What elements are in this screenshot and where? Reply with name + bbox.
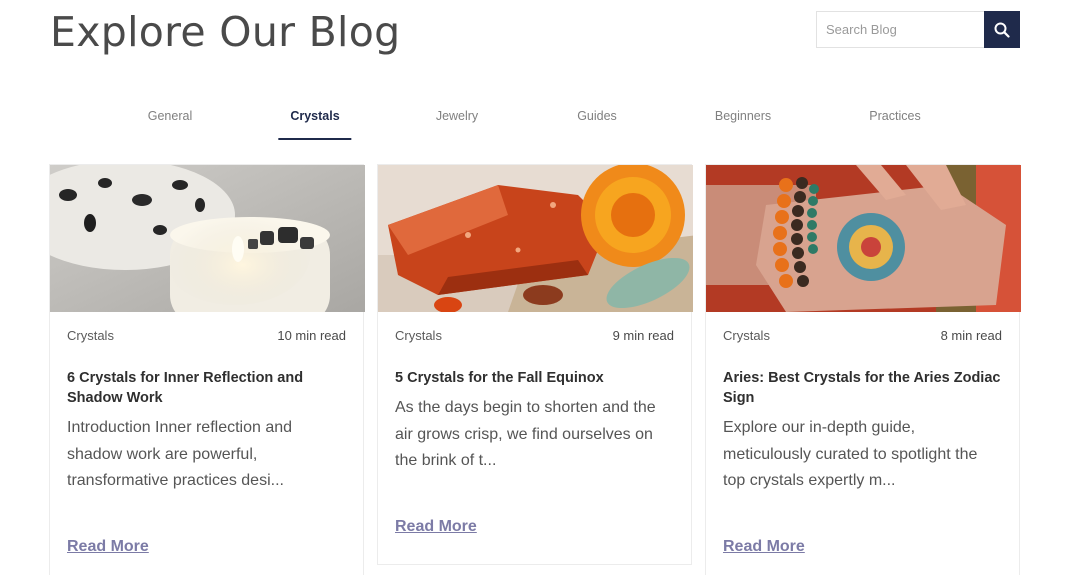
read-time: 10 min read xyxy=(277,328,346,343)
header: Explore Our Blog xyxy=(50,8,1020,68)
post-category[interactable]: Crystals xyxy=(395,328,442,350)
tab-crystals[interactable]: Crystals xyxy=(278,104,352,140)
search-button[interactable] xyxy=(984,11,1020,48)
read-more-link[interactable]: Read More xyxy=(67,538,149,556)
category-tabs: General Crystals Jewelry Guides Beginner… xyxy=(100,104,980,140)
post-card: Crystals 10 min read 6 Crystals for Inne… xyxy=(49,164,365,575)
search-input[interactable] xyxy=(816,11,984,48)
read-more-link[interactable]: Read More xyxy=(723,538,805,556)
search-icon xyxy=(994,22,1010,38)
post-category[interactable]: Crystals xyxy=(67,328,114,350)
post-category[interactable]: Crystals xyxy=(723,328,770,350)
post-meta: Crystals 10 min read xyxy=(67,328,346,350)
read-more-link[interactable]: Read More xyxy=(395,518,477,536)
post-card: Crystals 9 min read 5 Crystals for the F… xyxy=(377,164,693,565)
read-time: 9 min read xyxy=(612,328,674,343)
search-bar xyxy=(816,11,1020,48)
post-meta: Crystals 9 min read xyxy=(395,328,674,350)
tab-jewelry[interactable]: Jewelry xyxy=(436,104,478,140)
tab-guides[interactable]: Guides xyxy=(577,104,617,140)
tab-practices[interactable]: Practices xyxy=(869,104,920,140)
post-excerpt: As the days begin to shorten and the air… xyxy=(395,399,656,469)
read-time: 8 min read xyxy=(940,328,1002,343)
post-title[interactable]: 5 Crystals for the Fall Equinox xyxy=(395,368,674,388)
tab-beginners[interactable]: Beginners xyxy=(715,104,771,140)
tab-general[interactable]: General xyxy=(148,104,192,140)
post-image-bracelets[interactable] xyxy=(706,165,1021,312)
post-image-candle[interactable] xyxy=(50,165,365,312)
post-title[interactable]: Aries: Best Crystals for the Aries Zodia… xyxy=(723,368,1002,408)
post-excerpt: Explore our in-depth guide, meticulously… xyxy=(723,419,978,489)
post-meta: Crystals 8 min read xyxy=(723,328,1002,350)
post-image-orange-crystal[interactable] xyxy=(378,165,693,312)
page-title: Explore Our Blog xyxy=(50,8,401,56)
post-excerpt: Introduction Inner reflection and shadow… xyxy=(67,419,293,489)
post-title[interactable]: 6 Crystals for Inner Reflection and Shad… xyxy=(67,368,346,408)
post-card: Crystals 8 min read Aries: Best Crystals… xyxy=(705,164,1021,575)
